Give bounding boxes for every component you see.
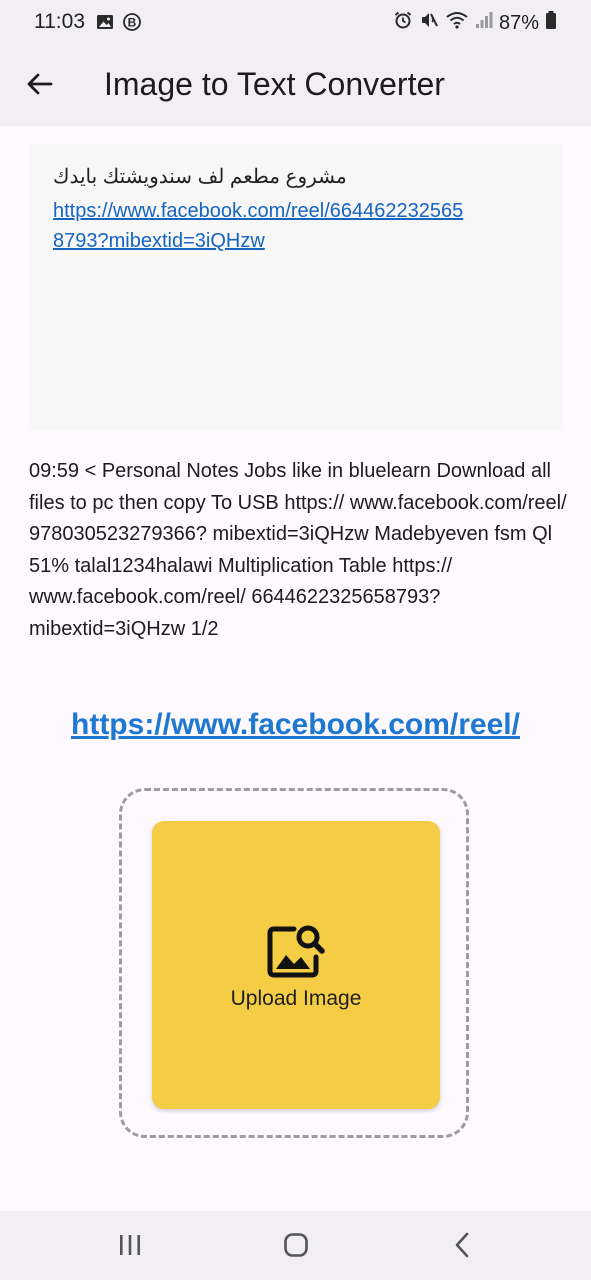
home-button[interactable] (274, 1225, 318, 1269)
nav-back-button[interactable] (440, 1225, 484, 1269)
upload-image-button[interactable]: Upload Image (152, 821, 440, 1109)
preview-link[interactable]: https://www.facebook.com/reel/6644622325… (53, 196, 473, 256)
svg-text:B: B (128, 16, 137, 30)
nav-back-icon (452, 1232, 472, 1263)
back-button[interactable] (20, 66, 60, 106)
status-bar: 11:03 B 87% (0, 0, 591, 46)
wifi-icon (445, 10, 469, 36)
detected-link[interactable]: https://www.facebook.com/reel/ (0, 708, 591, 742)
system-nav-bar (0, 1211, 591, 1280)
recents-button[interactable] (108, 1225, 152, 1269)
status-time: 11:03 (34, 10, 85, 33)
arrow-back-icon (26, 70, 54, 103)
app-bar: Image to Text Converter (0, 46, 591, 126)
signal-icon (475, 10, 493, 36)
image-icon (96, 13, 114, 36)
preview-arabic-text: مشروع مطعم لف سندويشتك بايدك (53, 166, 347, 188)
home-icon (283, 1232, 309, 1263)
battery-icon (545, 10, 557, 36)
alarm-icon (393, 10, 413, 36)
b-badge-icon: B (122, 12, 142, 37)
page-title: Image to Text Converter (104, 66, 445, 102)
battery-percent: 87% (498, 11, 539, 34)
image-preview: مشروع مطعم لف سندويشتك بايدك https://www… (29, 144, 563, 430)
image-search-icon (264, 917, 328, 981)
extracted-text: 09:59 < Personal Notes Jobs like in blue… (29, 460, 567, 640)
mute-icon (419, 10, 439, 36)
recents-icon (117, 1233, 143, 1262)
upload-label: Upload Image (230, 987, 362, 1010)
